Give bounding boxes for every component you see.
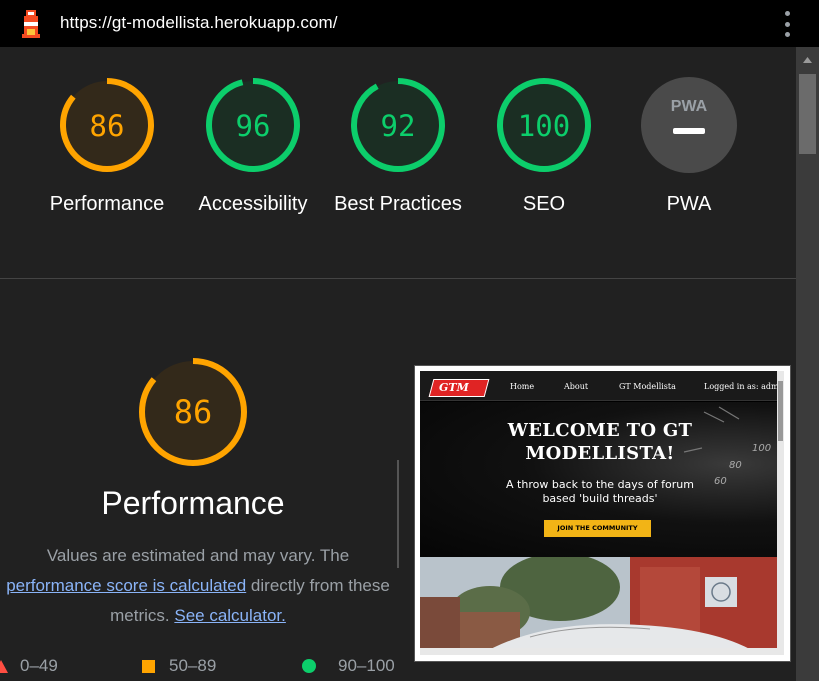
site-navbar: GTM Home About GT Modellista Logged in a… <box>420 371 784 401</box>
gauge-score: 92 <box>381 109 416 143</box>
gauge-seo[interactable]: 100 SEO <box>479 77 609 219</box>
score-calculated-link[interactable]: performance score is calculated <box>6 576 246 595</box>
performance-score: 86 <box>174 393 213 431</box>
gauge-label: PWA <box>666 193 712 215</box>
nav-gt-modellista: GT Modellista <box>619 382 676 391</box>
fail-triangle-icon <box>0 659 8 673</box>
thumb-horizontal-scrollbar <box>420 648 777 655</box>
gauge-score: 96 <box>236 109 271 143</box>
score-gauges: 86 Performance 96 Accessibility 92 Best … <box>0 47 796 279</box>
svg-text:60: 60 <box>714 476 727 487</box>
gauge-accessibility-ring: 96 <box>206 78 300 172</box>
hero-title: WELCOME TO GT MODELLISTA! <box>507 420 693 464</box>
gauge-performance-ring: 86 <box>60 78 154 172</box>
svg-text:100: 100 <box>752 443 771 454</box>
final-screenshot[interactable]: GTM Home About GT Modellista Logged in a… <box>414 365 791 662</box>
average-square-icon <box>142 659 155 673</box>
url-bar: https://gt-modellista.herokuapp.com/ <box>0 0 819 47</box>
gauge-accessibility[interactable]: 96 Accessibility <box>188 77 318 219</box>
see-calculator-link[interactable]: See calculator. <box>174 606 286 625</box>
gauge-performance[interactable]: 86 Performance <box>42 77 172 219</box>
nav-about: About <box>564 382 589 391</box>
gauge-label: Best Practices <box>334 193 462 215</box>
svg-text:80: 80 <box>729 460 742 471</box>
thumb-vertical-scrollbar <box>777 371 784 655</box>
legend-range: 50–89 <box>169 656 217 675</box>
gauge-pwa[interactable]: PWA PWA <box>624 77 754 219</box>
site-hero: 100 80 60 WELCOME TO GT MODELLISTA! A th… <box>420 402 784 557</box>
desc-text: Values are estimated and may vary. The <box>46 546 350 565</box>
legend-range: 90–100 <box>338 656 395 675</box>
gauge-label: Accessibility <box>198 193 308 215</box>
scrollbar-thumb[interactable] <box>799 74 816 154</box>
nav-logged-in: Logged in as: admin <box>704 382 784 391</box>
gauge-seo-ring: 100 <box>497 78 591 172</box>
more-options-icon[interactable] <box>785 11 791 37</box>
pwa-badge-icon: PWA <box>641 77 737 173</box>
performance-detail-gauge: 86 <box>139 358 247 466</box>
nav-home: Home <box>510 382 535 391</box>
gauge-score: 100 <box>518 109 570 143</box>
vertical-scrollbar[interactable] <box>796 47 819 681</box>
legend-fail: 0–49 <box>0 656 58 676</box>
gauge-best-practices-ring: 92 <box>351 78 445 172</box>
gauge-score: 86 <box>90 109 125 143</box>
hero-subtitle: A throw back to the days of forum based … <box>506 478 694 505</box>
performance-description: Values are estimated and may vary. The p… <box>0 541 408 631</box>
pass-circle-icon <box>302 659 316 673</box>
performance-title: Performance <box>101 485 285 521</box>
svg-text:PWA: PWA <box>671 98 708 115</box>
vertical-divider <box>397 460 399 568</box>
building-photo <box>420 557 784 655</box>
lighthouse-icon <box>22 10 40 38</box>
gauge-label: Performance <box>49 193 165 215</box>
gauge-best-practices[interactable]: 92 Best Practices <box>333 77 463 219</box>
gauge-label: SEO <box>522 193 566 215</box>
page-url[interactable]: https://gt-modellista.herokuapp.com/ <box>60 13 338 33</box>
scroll-up-arrow-icon[interactable] <box>796 53 819 67</box>
legend-range: 0–49 <box>20 656 58 675</box>
site-logo: GTM <box>428 379 490 397</box>
legend-average: 50–89 <box>142 656 216 676</box>
legend-pass: 90–100 <box>302 656 395 676</box>
join-community-button: JOIN THE COMMUNITY <box>544 520 651 537</box>
